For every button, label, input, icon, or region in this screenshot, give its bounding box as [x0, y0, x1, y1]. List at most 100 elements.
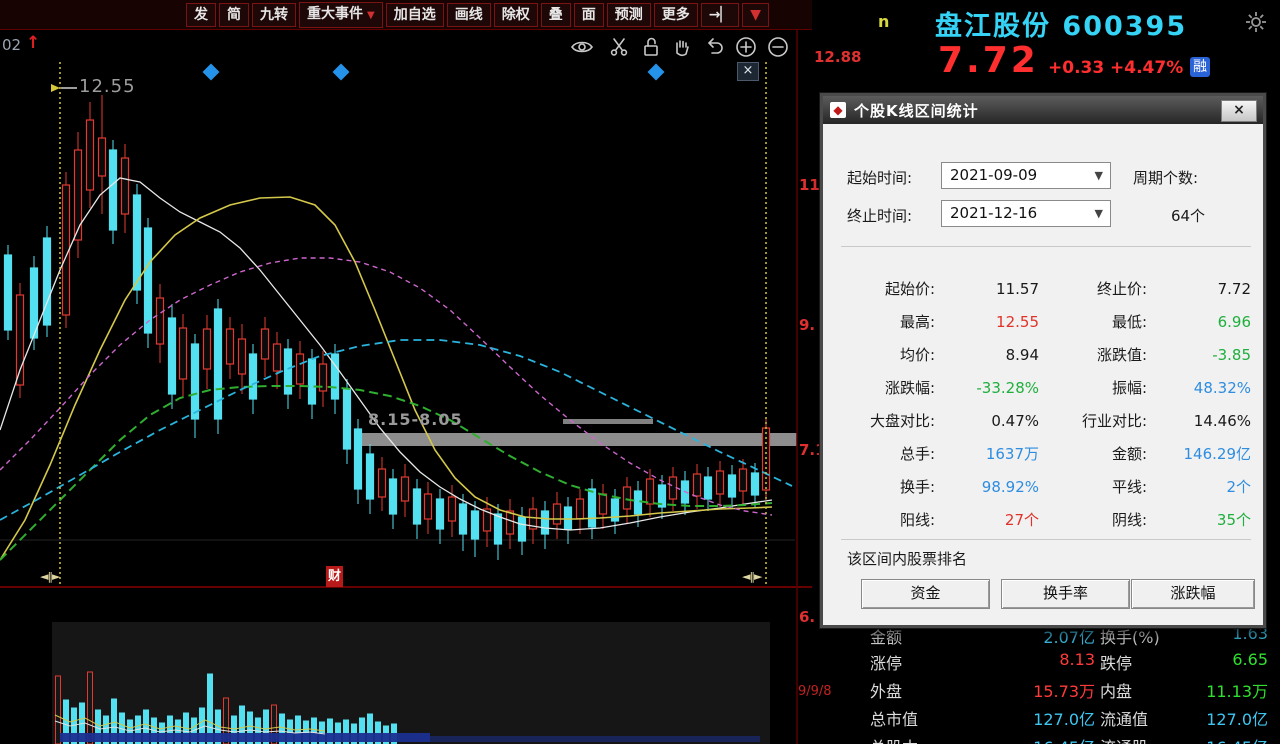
undo-icon[interactable] — [702, 35, 726, 59]
toolbar-item-[interactable]: 预测 — [607, 3, 651, 27]
info-value: 8.13 — [950, 650, 1095, 669]
gap-range-label: 8.15-8.05 — [368, 410, 463, 429]
stat-row: 阳线:27个阴线:35个 — [823, 505, 1263, 535]
toolbar-item-[interactable]: 面 — [574, 3, 604, 27]
info-value: 127.0亿 — [950, 706, 1095, 730]
stat-value: 6.96 — [1153, 307, 1251, 337]
zoom-out-icon[interactable] — [766, 35, 790, 59]
start-date-value: 2021-09-09 — [950, 166, 1037, 184]
stat-value: 12.55 — [941, 307, 1039, 337]
dialog-separator — [841, 246, 1251, 247]
stat-label: 行业对比: — [1047, 406, 1147, 436]
lock-icon[interactable] — [639, 35, 663, 59]
price-axis-label: 11 — [799, 176, 820, 194]
price-axis-label: 6. — [799, 608, 815, 626]
toolbar-item-[interactable]: 发 — [186, 3, 216, 27]
period-count-value: 64个 — [1133, 205, 1243, 226]
toolbar-item-[interactable]: →▏ — [701, 3, 740, 27]
dialog-body: 起始时间: 2021-09-09 ▼ 周期个数: 终止时间: 2021-12-1… — [823, 124, 1263, 625]
stat-row: 大盘对比:0.47%行业对比:14.46% — [823, 406, 1263, 436]
zoom-in-icon[interactable] — [734, 35, 758, 59]
stat-label: 平线: — [1047, 472, 1147, 502]
info-value: 15.73万 — [950, 678, 1095, 702]
selection-close-icon[interactable]: × — [737, 62, 759, 81]
stat-value: 1637万 — [941, 439, 1039, 469]
dialog-separator — [841, 539, 1251, 540]
high-price-annotation: 12.55 — [79, 76, 136, 97]
stat-value: 48.32% — [1153, 373, 1251, 403]
stat-row: 均价:8.94 涨跌值:-3.85 — [823, 340, 1263, 370]
stat-value: 146.29亿 — [1153, 439, 1251, 469]
stat-value: -33.28% — [941, 373, 1039, 403]
stock-flag-badge: n — [878, 12, 889, 31]
dialog-title: 个股K线区间统计 — [854, 100, 979, 121]
end-date-value: 2021-12-16 — [950, 204, 1037, 222]
stat-label: 涨跌幅: — [829, 373, 935, 403]
stat-label: 换手: — [829, 472, 935, 502]
toolbar-item-[interactable]: 简 — [219, 3, 249, 27]
stat-label: 阳线: — [829, 505, 935, 535]
dialog-close-button[interactable]: × — [1221, 100, 1257, 122]
toolbar-item-[interactable]: ▼ — [742, 3, 769, 27]
main-toolbar: 发简九转重大事件▼加自选画线除权叠面预测更多→▏▼ — [0, 0, 812, 30]
stat-label: 阴线: — [1047, 505, 1147, 535]
stat-value: 11.57 — [941, 274, 1039, 304]
eye-icon[interactable] — [570, 35, 594, 59]
end-date-label: 终止时间: — [847, 205, 912, 226]
stat-row: 起始价:11.57终止价:7.72 — [823, 274, 1263, 304]
toolbar-item-[interactable]: 加自选 — [386, 3, 444, 27]
toolbar-item-[interactable]: 九转 — [252, 3, 296, 27]
info-value: 11.13万 — [1120, 678, 1268, 702]
stat-label: 涨跌值: — [1047, 340, 1147, 370]
dropdown-arrow-icon: ▼ — [1095, 163, 1103, 188]
watermark-badge: 财 — [326, 566, 343, 587]
scroll-handle-left[interactable]: ◄‖► — [40, 570, 59, 583]
stat-label: 均价: — [829, 340, 935, 370]
rank-button-1[interactable]: 资金 — [861, 579, 990, 609]
up-arrow-icon: ↑ — [26, 33, 40, 53]
info-value: 6.65 — [1120, 650, 1268, 669]
stat-label: 最高: — [829, 307, 935, 337]
hand-icon[interactable] — [670, 35, 694, 59]
toolbar-item-[interactable]: 叠 — [541, 3, 571, 27]
info-label: 外盘 — [870, 678, 902, 702]
rank-button-3[interactable]: 涨跌幅 — [1131, 579, 1255, 609]
gear-icon[interactable] — [1244, 10, 1268, 34]
rank-section-title: 该区间内股票排名 — [847, 548, 967, 569]
price-change-pct: +4.47% — [1110, 58, 1183, 78]
stat-value: 8.94 — [941, 340, 1039, 370]
toolbar-item-[interactable]: 除权 — [494, 3, 538, 27]
start-date-select[interactable]: 2021-09-09 ▼ — [941, 162, 1111, 189]
info-value: 16.45亿 — [950, 734, 1095, 744]
stat-value: 7.72 — [1153, 274, 1251, 304]
stat-label: 振幅: — [1047, 373, 1147, 403]
info-value: 16.45亿 — [1120, 734, 1268, 744]
scissors-icon[interactable] — [607, 35, 631, 59]
stock-code: 600395 — [1062, 11, 1187, 42]
toolbar-item-[interactable]: 更多 — [654, 3, 698, 27]
corner-label: 02 — [2, 36, 21, 54]
stat-label: 总手: — [829, 439, 935, 469]
trading-app-window: 发简九转重大事件▼加自选画线除权叠面预测更多→▏▼ 02 ↑ 12.55 8.1… — [0, 0, 1280, 744]
rank-button-2[interactable]: 换手率 — [1001, 579, 1130, 609]
kline-chart[interactable] — [0, 30, 812, 744]
stat-row: 最高:12.55 最低:6.96 — [823, 307, 1263, 337]
dialog-title-bar[interactable]: ◆ 个股K线区间统计 — [823, 96, 1263, 124]
stat-value: -3.85 — [1153, 340, 1251, 370]
dialog-app-icon: ◆ — [830, 102, 846, 118]
toolbar-item-[interactable]: 重大事件▼ — [299, 2, 383, 28]
stat-value: 98.92% — [941, 472, 1039, 502]
scroll-handle-right[interactable]: ◄‖► — [742, 570, 761, 583]
price-axis-label: 9. — [799, 316, 815, 334]
stock-name-code: 盘江股份 600395 — [935, 4, 1187, 43]
stat-row: 换手:98.92%平线:2个 — [823, 472, 1263, 502]
axis-date-label: 9/9/8 — [798, 684, 832, 699]
toolbar-item-[interactable]: 画线 — [447, 3, 491, 27]
info-label: 涨停 — [870, 650, 902, 674]
stat-label: 大盘对比: — [829, 406, 935, 436]
end-date-select[interactable]: 2021-12-16 ▼ — [941, 200, 1111, 227]
info-label: 总股本 — [870, 734, 918, 744]
period-count-label: 周期个数: — [1133, 167, 1198, 188]
stat-label: 最低: — [1047, 307, 1147, 337]
stat-row: 总手:1637万金额:146.29亿 — [823, 439, 1263, 469]
